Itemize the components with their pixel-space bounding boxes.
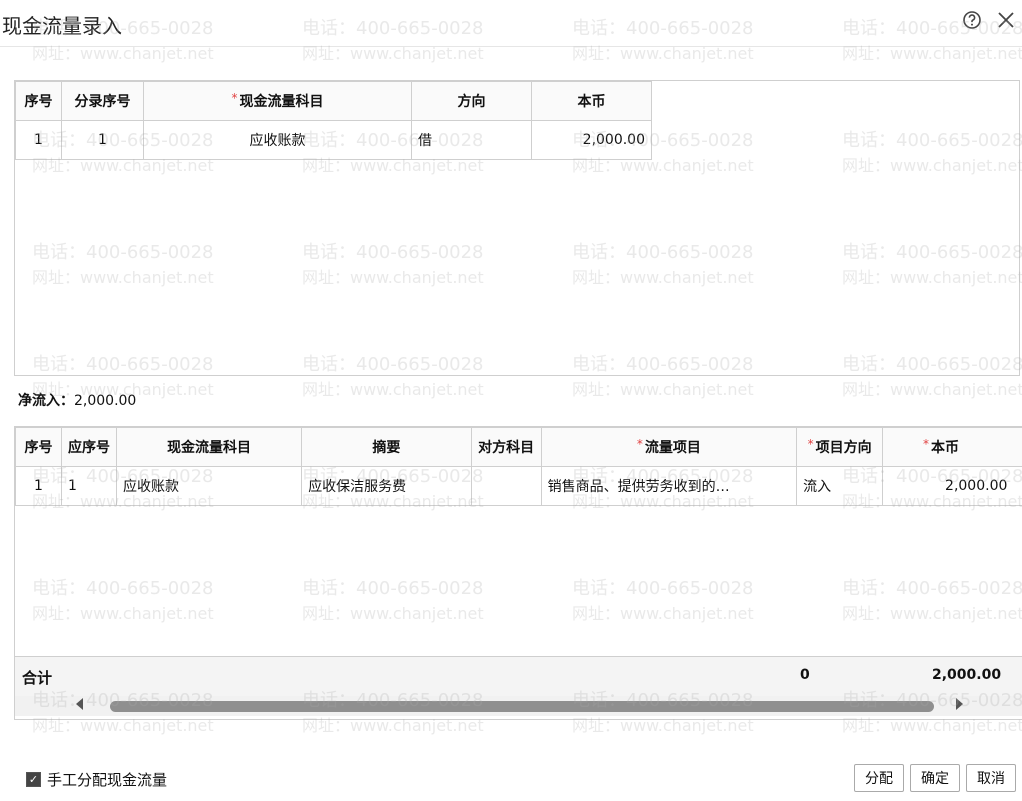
cell-summary[interactable]: 应收保洁服务费 [301, 466, 472, 506]
alloc-col-flow-item-label: 流量项目 [644, 440, 701, 456]
allocation-table: 序号 应序号 现金流量科目 摘要 对方科目 * 流量项目 * 项目方向 * 本币 1 … [15, 427, 1022, 506]
watermark-text: 电话：400-665-0028 网址：www.chanjet.net [302, 18, 484, 64]
required-marker: * [807, 437, 814, 451]
title-divider [0, 46, 1022, 47]
entries-col-subject[interactable]: * 现金流量科目 [143, 81, 412, 121]
alloc-col-flow-item[interactable]: * 流量项目 [540, 427, 798, 467]
alloc-col-amount-label: 本币 [931, 440, 960, 456]
help-circle-icon[interactable] [960, 8, 984, 32]
alloc-col-subject[interactable]: 现金流量科目 [115, 427, 303, 467]
entries-col-amount[interactable]: 本币 [531, 81, 652, 121]
allocate-button[interactable]: 分配 [854, 764, 904, 792]
totals-amount: 2,000.00 [932, 667, 1002, 683]
cell-subject[interactable]: 应收账款 [115, 466, 303, 506]
scrollbar-thumb[interactable] [110, 701, 934, 712]
alloc-col-amount[interactable]: * 本币 [882, 427, 1022, 467]
allocation-header-row: 序号 应序号 现金流量科目 摘要 对方科目 * 流量项目 * 项目方向 * 本币 [15, 427, 1022, 467]
cancel-button[interactable]: 取消 [966, 764, 1016, 792]
alloc-col-summary[interactable]: 摘要 [301, 427, 472, 467]
alloc-col-counter-subject[interactable]: 对方科目 [470, 427, 542, 467]
entries-col-subject-label: 现金流量科目 [239, 94, 324, 110]
cell-amount[interactable]: 2,000.00 [531, 120, 652, 160]
cell-counter-subject[interactable] [470, 466, 542, 506]
manual-allocation-label[interactable]: 手工分配现金流量 [47, 769, 167, 790]
alloc-col-item-direction-label: 项目方向 [815, 440, 872, 456]
totals-row [15, 656, 1022, 697]
close-icon[interactable] [994, 8, 1018, 32]
alloc-col-seq[interactable]: 序号 [15, 427, 62, 467]
cell-direction[interactable]: 借 [411, 120, 532, 160]
scroll-right-arrow-icon[interactable] [956, 698, 963, 710]
entries-col-seq[interactable]: 序号 [15, 81, 62, 121]
table-row[interactable]: 1 1 应收账款 应收保洁服务费 销售商品、提供劳务收到的… 流入 2,000.… [15, 466, 1022, 506]
net-flow: 净流入：2,000.00 [18, 390, 136, 410]
required-marker: * [923, 437, 930, 451]
cell-subject[interactable]: 应收账款 [143, 120, 412, 160]
scroll-left-arrow-icon[interactable] [76, 698, 83, 710]
net-flow-value: 2,000.00 [74, 393, 137, 409]
cell-corr-seq[interactable]: 1 [60, 466, 117, 506]
totals-label: 合计 [22, 669, 53, 687]
alloc-col-corr-seq[interactable]: 应序号 [60, 427, 117, 467]
entries-table: 序号 分录序号 * 现金流量科目 方向 本币 1 1 应收账款 借 2,000.0… [15, 81, 652, 160]
cell-seq[interactable]: 1 [15, 120, 62, 160]
entries-col-entry-seq[interactable]: 分录序号 [61, 81, 144, 121]
table-row[interactable]: 1 1 应收账款 借 2,000.00 [15, 120, 652, 160]
entries-header-row: 序号 分录序号 * 现金流量科目 方向 本币 [15, 81, 652, 121]
net-flow-label: 净流入： [18, 393, 74, 409]
entries-panel: 序号 分录序号 * 现金流量科目 方向 本币 1 1 应收账款 借 2,000.0… [14, 80, 1020, 376]
required-marker: * [636, 437, 643, 451]
totals-direction: 0 [800, 667, 810, 683]
entries-col-direction[interactable]: 方向 [411, 81, 532, 121]
confirm-button[interactable]: 确定 [910, 764, 960, 792]
cell-entry-seq[interactable]: 1 [61, 120, 144, 160]
alloc-col-item-direction[interactable]: * 项目方向 [796, 427, 884, 467]
watermark-text: 电话：400-665-0028 网址：www.chanjet.net [572, 18, 754, 64]
cell-item-direction[interactable]: 流入 [796, 466, 884, 506]
cell-seq[interactable]: 1 [15, 466, 62, 506]
title-bar-actions [960, 8, 1018, 32]
manual-allocation-option[interactable]: ✓ 手工分配现金流量 [26, 769, 167, 790]
manual-allocation-checkbox[interactable]: ✓ [26, 772, 41, 787]
cell-flow-item[interactable]: 销售商品、提供劳务收到的… [540, 466, 798, 506]
required-marker: * [231, 91, 238, 105]
cell-amount[interactable]: 2,000.00 [882, 466, 1022, 506]
footer-buttons: 分配 确定 取消 [854, 764, 1016, 792]
dialog-title: 现金流量录入 [2, 14, 122, 38]
